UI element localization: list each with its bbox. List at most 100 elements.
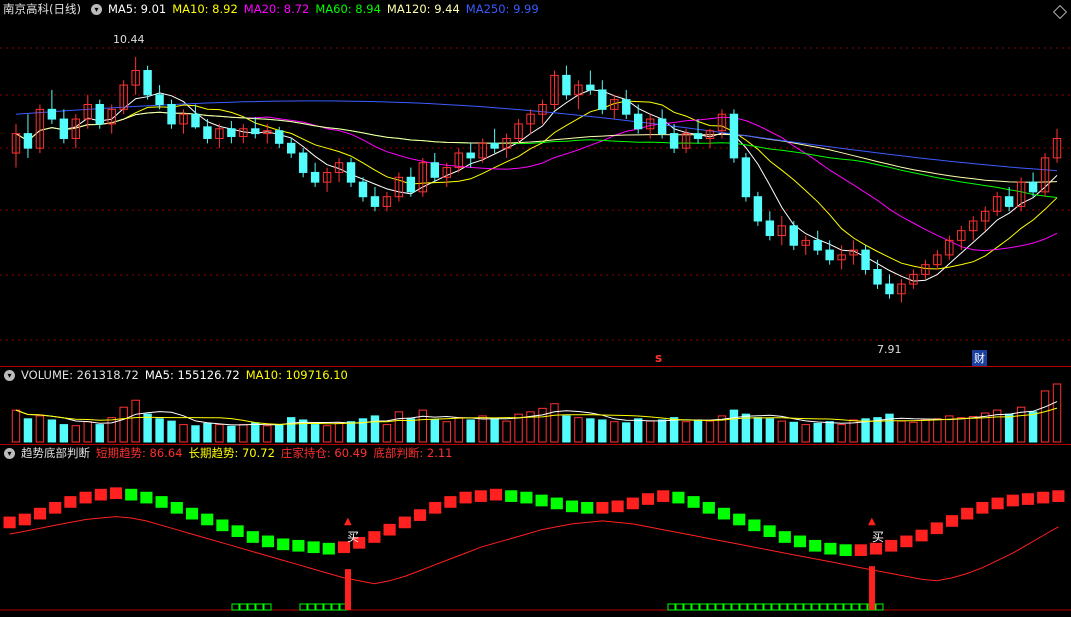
volume-bar [35,415,45,443]
volume-ma10: MA10: 109716.10 [245,368,348,382]
candle-down [753,196,763,222]
candle-down [586,84,595,91]
candle-down [370,196,380,207]
candle-down [406,176,416,193]
low-price-label: 7.91 [877,343,902,356]
ma20-line [15,111,1058,252]
volume-bar [969,415,978,443]
long-trend-line [9,516,1059,585]
bottom-zone-cell [811,603,820,611]
bottom-zone-cell [699,603,708,611]
volume-pane[interactable]: ▾ VOLUME: 261318.72 MA5: 155126.72 MA10: 10… [0,366,1071,444]
bottom-zone-cell [827,603,836,611]
volume-bar [538,407,547,443]
candle-down [1004,196,1014,207]
stock-title[interactable]: 南京高科(日线) [3,2,81,16]
volume-bar [502,420,511,443]
trend-block-falling [505,490,518,502]
trend-block-falling [748,519,761,532]
trend-indicator-chart[interactable] [0,444,1071,617]
volume-settings-icon[interactable]: ▾ [4,370,15,381]
volume-bar [119,406,128,443]
bottom-zone-cell [667,603,676,611]
volume-bar [95,424,104,443]
volume-ma5: MA5: 155126.72 [144,368,240,382]
trend-block-rising [413,509,427,521]
candle-down [251,128,260,135]
trend-block-rising [1037,491,1050,504]
trend-block-rising [49,501,62,514]
volume-bar [693,419,703,443]
bottom-zone-cell [851,603,860,611]
price-pane[interactable]: 南京高科(日线) ▾ MA5: 9.01 MA10: 8.92 MA20: 8.72 MA… [0,0,1071,366]
trend-block-rising [611,500,624,513]
indicator-settings-icon[interactable]: ▾ [4,448,15,459]
candle-down [358,181,368,198]
candle-down [203,126,212,139]
candle-down [813,239,822,251]
bottom-zone-cell [795,603,804,611]
buy-arrow-icon: ▲ [344,516,352,527]
trend-block-rising [626,497,639,510]
trend-block-falling [201,513,214,526]
bottom-zone-cell [263,603,272,611]
volume-bar [1028,411,1038,443]
volume-bar [789,421,798,443]
trend-block-falling [581,501,594,514]
indicator-name: 趋势底部判断 [21,446,90,460]
trend-block-rising [459,491,472,504]
candle-down [657,118,667,135]
trend-block-falling [550,497,563,510]
trend-block-rising [474,490,487,502]
indicator-header: ▾ 趋势底部判断 短期趋势: 86.64 长期趋势: 70.72 庄家持仓: 60.49… [0,444,459,462]
bottom-zone-cell [323,603,332,611]
trend-block-falling [763,525,776,537]
trend-block-falling [565,500,579,513]
candle-down [95,104,104,125]
buy-signal-label: 买 [347,530,360,544]
volume-bar [275,424,284,443]
trend-block-rising [489,488,503,501]
trend-block-falling [125,488,138,501]
buy-arrow-icon: ▲ [868,516,876,527]
trend-block-falling [246,531,259,543]
volume-bar [705,420,715,443]
volume-bar [753,417,763,443]
event-marker-s[interactable]: s [655,351,662,365]
ma250-legend: MA250: 9.99 [465,2,539,16]
trend-block-falling [824,542,837,555]
bottom-zone-cell [779,603,788,611]
indicator-pane[interactable]: ▾ 趋势底部判断 短期趋势: 86.64 长期趋势: 70.72 庄家持仓: 60.49… [0,444,1071,617]
volume-bar [645,420,655,443]
bottom-zone-cell [675,603,684,611]
volume-bar [155,418,164,443]
bottom-zone-cell [843,603,852,611]
event-marker-finance[interactable]: 财 [972,350,987,366]
trend-block-falling [717,507,731,520]
candlestick-chart[interactable] [0,0,1071,366]
volume-bar [490,418,499,443]
volume-bar [765,418,775,443]
ma60-line [15,111,1058,198]
volume-bar [107,417,116,443]
volume-bar [251,422,260,443]
bottom-zone-cell [299,603,308,611]
volume-bar [286,417,296,443]
trend-block-rising [109,487,123,500]
volume-bar [957,417,966,443]
trend-block-rising [915,529,928,542]
trend-block-falling [170,501,183,514]
candle-down [155,94,164,106]
candle-down [1028,181,1038,193]
volume-bar [657,419,667,443]
candle-down [885,283,894,295]
settings-dropdown-icon[interactable]: ▾ [90,4,102,15]
ma60-legend: MA60: 8.94 [315,2,381,16]
volume-bar [729,409,739,443]
volume-bar [921,419,930,443]
volume-bar [47,419,57,443]
trend-block-falling [185,507,199,520]
volume-bar [897,420,906,443]
candle-down [191,113,200,128]
trend-block-rising [383,523,396,536]
